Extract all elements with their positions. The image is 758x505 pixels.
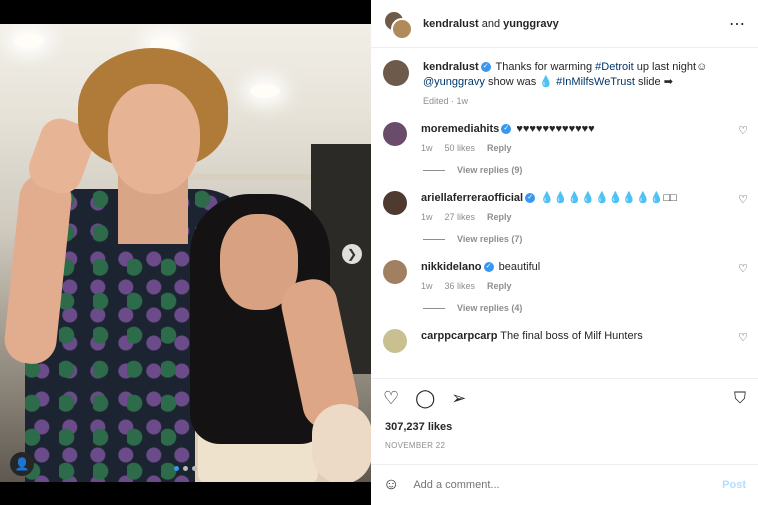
view-replies-button[interactable]: View replies (9)	[423, 165, 746, 175]
comment-likes[interactable]: 36 likes	[445, 281, 476, 291]
reply-button[interactable]: Reply	[487, 281, 512, 291]
caption: kendralust ✓ Thanks for warming #Detroit …	[383, 60, 746, 106]
view-replies-label: View replies (9)	[457, 165, 523, 175]
comment-username[interactable]: carppcarpcarp	[421, 330, 497, 342]
user-tag-icon[interactable]: 👤	[10, 452, 34, 476]
view-replies-button[interactable]: View replies (7)	[423, 234, 746, 244]
comment-item: ariellaferreraofficial ✓ 💧💧💧💧💧💧💧💧💧□□ 1w 27…	[383, 191, 748, 222]
comment-item: nikkidelano ✓ beautiful 1w 36 likes Reply ♡	[383, 260, 748, 291]
like-icon[interactable]: ♡	[383, 388, 399, 409]
post-date[interactable]: NOVEMBER 22	[385, 441, 445, 450]
post-viewer: ❯ 👤 kendralust and yunggravy ⋯ kendralus…	[0, 0, 758, 505]
add-comment-bar: ☺ Post	[371, 464, 758, 505]
header-usernames: kendralust and yunggravy	[423, 18, 559, 30]
verified-icon: ✓	[501, 124, 512, 135]
carousel-dot	[183, 466, 188, 471]
comment-username[interactable]: ariellaferreraofficial	[421, 192, 523, 204]
action-bar: ♡ ◯ ➢ ⛉	[371, 378, 758, 418]
divider	[423, 169, 445, 171]
more-options-icon[interactable]: ⋯	[729, 14, 746, 34]
comment-likes[interactable]: 50 likes	[445, 143, 476, 153]
comment-likes[interactable]: 27 likes	[445, 212, 476, 222]
avatar[interactable]	[383, 191, 407, 215]
comment-time[interactable]: 1w	[421, 143, 433, 153]
comment-time[interactable]: 1w	[421, 281, 433, 291]
caption-text-2: up last night	[636, 61, 697, 73]
comment-time[interactable]: 1w	[421, 212, 433, 222]
like-comment-icon[interactable]: ♡	[738, 124, 748, 137]
reply-button[interactable]: Reply	[487, 212, 512, 222]
avatar	[391, 17, 413, 40]
post-photo[interactable]	[0, 24, 371, 482]
arrow-right-emoji-icon: ➡	[663, 76, 673, 88]
view-replies-label: View replies (4)	[457, 303, 523, 313]
carousel-dot	[192, 466, 197, 471]
emoji-icon[interactable]: ☺	[383, 476, 399, 494]
collab-avatars[interactable]	[383, 9, 413, 40]
reply-button[interactable]: Reply	[487, 143, 512, 153]
avatar[interactable]	[383, 122, 407, 146]
hashtag-detroit[interactable]: #Detroit	[595, 61, 634, 73]
comments-list[interactable]: kendralust ✓ Thanks for warming #Detroit …	[371, 48, 758, 378]
like-comment-icon[interactable]: ♡	[738, 331, 748, 344]
chevron-right-icon: ❯	[346, 247, 358, 261]
comment-input[interactable]	[411, 478, 723, 492]
comment-text: The final boss of Milf Hunters	[500, 330, 643, 342]
verified-icon: ✓	[480, 62, 491, 73]
caption-text-1: Thanks for warming	[495, 61, 593, 73]
avatar[interactable]	[383, 260, 407, 284]
smile-emoji-icon: ☺	[696, 61, 708, 73]
carousel-dots	[174, 466, 197, 471]
mention-yunggravy[interactable]: @yunggravy	[423, 76, 485, 88]
bookmark-icon[interactable]: ⛉	[734, 390, 746, 408]
comment-text: ♥♥♥♥♥♥♥♥♥♥♥♥	[516, 123, 595, 135]
comment-text: 💧💧💧💧💧💧💧💧💧□□	[540, 192, 677, 204]
avatar[interactable]	[383, 60, 409, 86]
divider	[423, 238, 445, 240]
caption-text-4: slide	[638, 76, 661, 88]
verified-icon: ✓	[483, 262, 494, 273]
comment-text: beautiful	[498, 261, 541, 273]
caption-text-3: show was	[487, 76, 537, 88]
likes-count[interactable]: 307,237 likes	[385, 421, 452, 433]
verified-icon: ✓	[525, 193, 536, 204]
post-header: kendralust and yunggravy ⋯	[371, 0, 758, 48]
man-face	[108, 84, 200, 194]
post-button[interactable]: Post	[722, 479, 746, 491]
avatar[interactable]	[383, 329, 407, 353]
media-area: ❯ 👤	[0, 0, 371, 505]
like-comment-icon[interactable]: ♡	[738, 262, 748, 275]
comment-username[interactable]: nikkidelano	[421, 261, 482, 273]
ceiling-light	[250, 84, 280, 98]
caption-username[interactable]: kendralust	[423, 61, 479, 73]
drop-emoji-icon: 💧	[539, 76, 554, 88]
header-username-1[interactable]: kendralust	[423, 18, 479, 30]
divider	[423, 307, 445, 309]
carousel-dot-active	[174, 466, 179, 471]
share-icon[interactable]: ➢	[451, 388, 466, 409]
post-details-panel: kendralust and yunggravy ⋯ kendralust ✓ T…	[371, 0, 758, 505]
hashtag-inmilfswetrust[interactable]: #InMilfsWeTrust	[556, 76, 635, 88]
header-and: and	[481, 17, 501, 30]
comment-icon[interactable]: ◯	[415, 388, 435, 409]
comment-item: carppcarpcarp The final boss of Milf Hun…	[383, 329, 748, 353]
caption-text: kendralust ✓ Thanks for warming #Detroit …	[423, 60, 746, 90]
comment-username[interactable]: moremediahits	[421, 123, 499, 135]
header-username-2[interactable]: yunggravy	[503, 18, 559, 30]
comment-item: moremediahits ✓ ♥♥♥♥♥♥♥♥♥♥♥♥ 1w 50 likes Re…	[383, 122, 748, 153]
caption-meta: Edited · 1w	[423, 96, 469, 106]
view-replies-label: View replies (7)	[457, 234, 523, 244]
view-replies-button[interactable]: View replies (4)	[423, 303, 746, 313]
ceiling-light	[14, 34, 44, 48]
next-image-button[interactable]: ❯	[342, 244, 362, 264]
like-comment-icon[interactable]: ♡	[738, 193, 748, 206]
woman-sleeve	[312, 404, 371, 482]
